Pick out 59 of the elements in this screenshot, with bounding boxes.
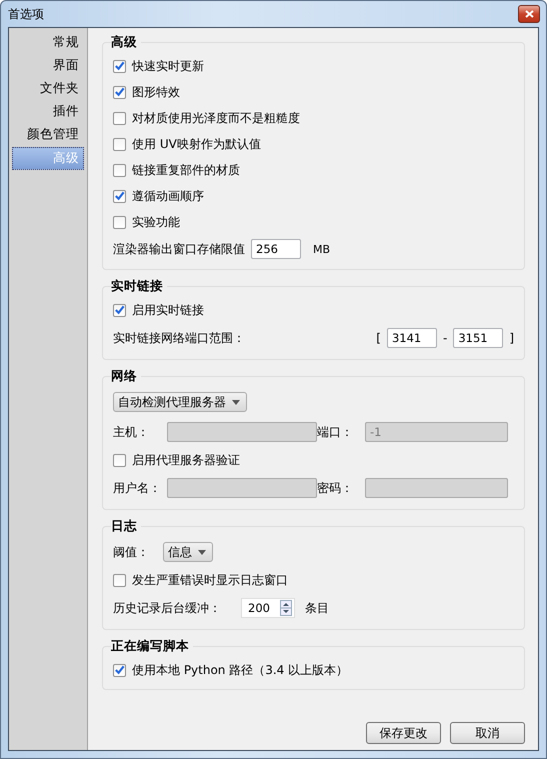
group-title: 高级 [111, 34, 138, 51]
group-title: 实时链接 [111, 278, 164, 295]
checkbox[interactable] [113, 216, 126, 228]
input-field[interactable]: 3151 [453, 328, 504, 348]
window-title: 首选项 [8, 6, 44, 22]
dialog-button[interactable]: 保存更改 [366, 722, 441, 744]
checkbox-label: 启用实时链接 [132, 302, 204, 318]
checkbox[interactable] [113, 190, 126, 202]
field-label: 阈值： [113, 544, 149, 560]
close-button[interactable] [518, 5, 540, 23]
field-label: 端口： [317, 424, 354, 440]
sidebar-item[interactable]: 常规 [12, 31, 84, 54]
sidebar-item[interactable]: 界面 [12, 54, 84, 77]
input-field[interactable]: 3141 [386, 328, 437, 348]
checkbox-label: 使用本地 Python 路径（3.4 以上版本） [132, 662, 348, 678]
checkbox[interactable] [113, 112, 126, 124]
field-label: 渲染器输出窗口存储限值 [113, 240, 245, 258]
group-title: 正在编写脚本 [111, 638, 190, 655]
checkbox-label: 图形特效 [132, 84, 180, 100]
bracket: [ [376, 331, 381, 345]
sidebar-item[interactable]: 文件夹 [12, 77, 84, 100]
unit-label: MB [313, 242, 330, 256]
checkbox[interactable] [113, 60, 126, 72]
checkbox-label: 启用代理服务器验证 [132, 452, 240, 468]
sidebar-item[interactable]: 颜色管理 [12, 123, 84, 146]
range-separator: - [442, 331, 448, 345]
checkbox[interactable] [113, 454, 126, 466]
bracket: ] [509, 331, 514, 345]
checkbox-label: 对材质使用光泽度而不是粗糙度 [132, 110, 300, 126]
dialog-button[interactable]: 取消 [450, 722, 525, 744]
checkbox[interactable] [113, 138, 126, 150]
input-field[interactable]: 256 [251, 239, 301, 259]
close-icon [524, 10, 534, 18]
checkbox[interactable] [113, 574, 126, 586]
group-title: 网络 [111, 368, 138, 385]
dropdown[interactable]: 自动检测代理服务器 [113, 392, 247, 412]
unit-label: 条目 [304, 600, 329, 616]
spin-arrows-icon[interactable] [280, 600, 292, 616]
field-label: 用户名： [113, 480, 162, 496]
checkbox[interactable] [113, 86, 126, 98]
checkbox-label: 遵循动画顺序 [132, 188, 204, 204]
checkbox[interactable] [113, 304, 126, 316]
checkbox-label: 链接重复部件的材质 [132, 162, 240, 178]
caret-icon [198, 550, 206, 554]
checkbox-label: 实验功能 [132, 214, 180, 230]
checkbox-label: 发生严重错误时显示日志窗口 [132, 572, 288, 588]
checkbox-label: 快速实时更新 [132, 58, 204, 74]
dropdown[interactable]: 信息 [163, 542, 213, 562]
field-label: 实时链接网络端口范围： [113, 330, 245, 346]
field-label: 密码： [317, 480, 354, 496]
checkbox-label: 使用 UV映射作为默认值 [132, 136, 261, 152]
checkbox[interactable] [113, 164, 126, 176]
group-title: 日志 [111, 518, 138, 535]
sidebar-item[interactable]: 插件 [12, 100, 84, 123]
caret-icon [232, 400, 240, 404]
field-label: 主机： [113, 424, 150, 440]
spin-box[interactable]: 200 [241, 598, 295, 618]
field-label: 历史记录后台缓冲： [113, 600, 221, 616]
checkbox[interactable] [113, 664, 126, 676]
